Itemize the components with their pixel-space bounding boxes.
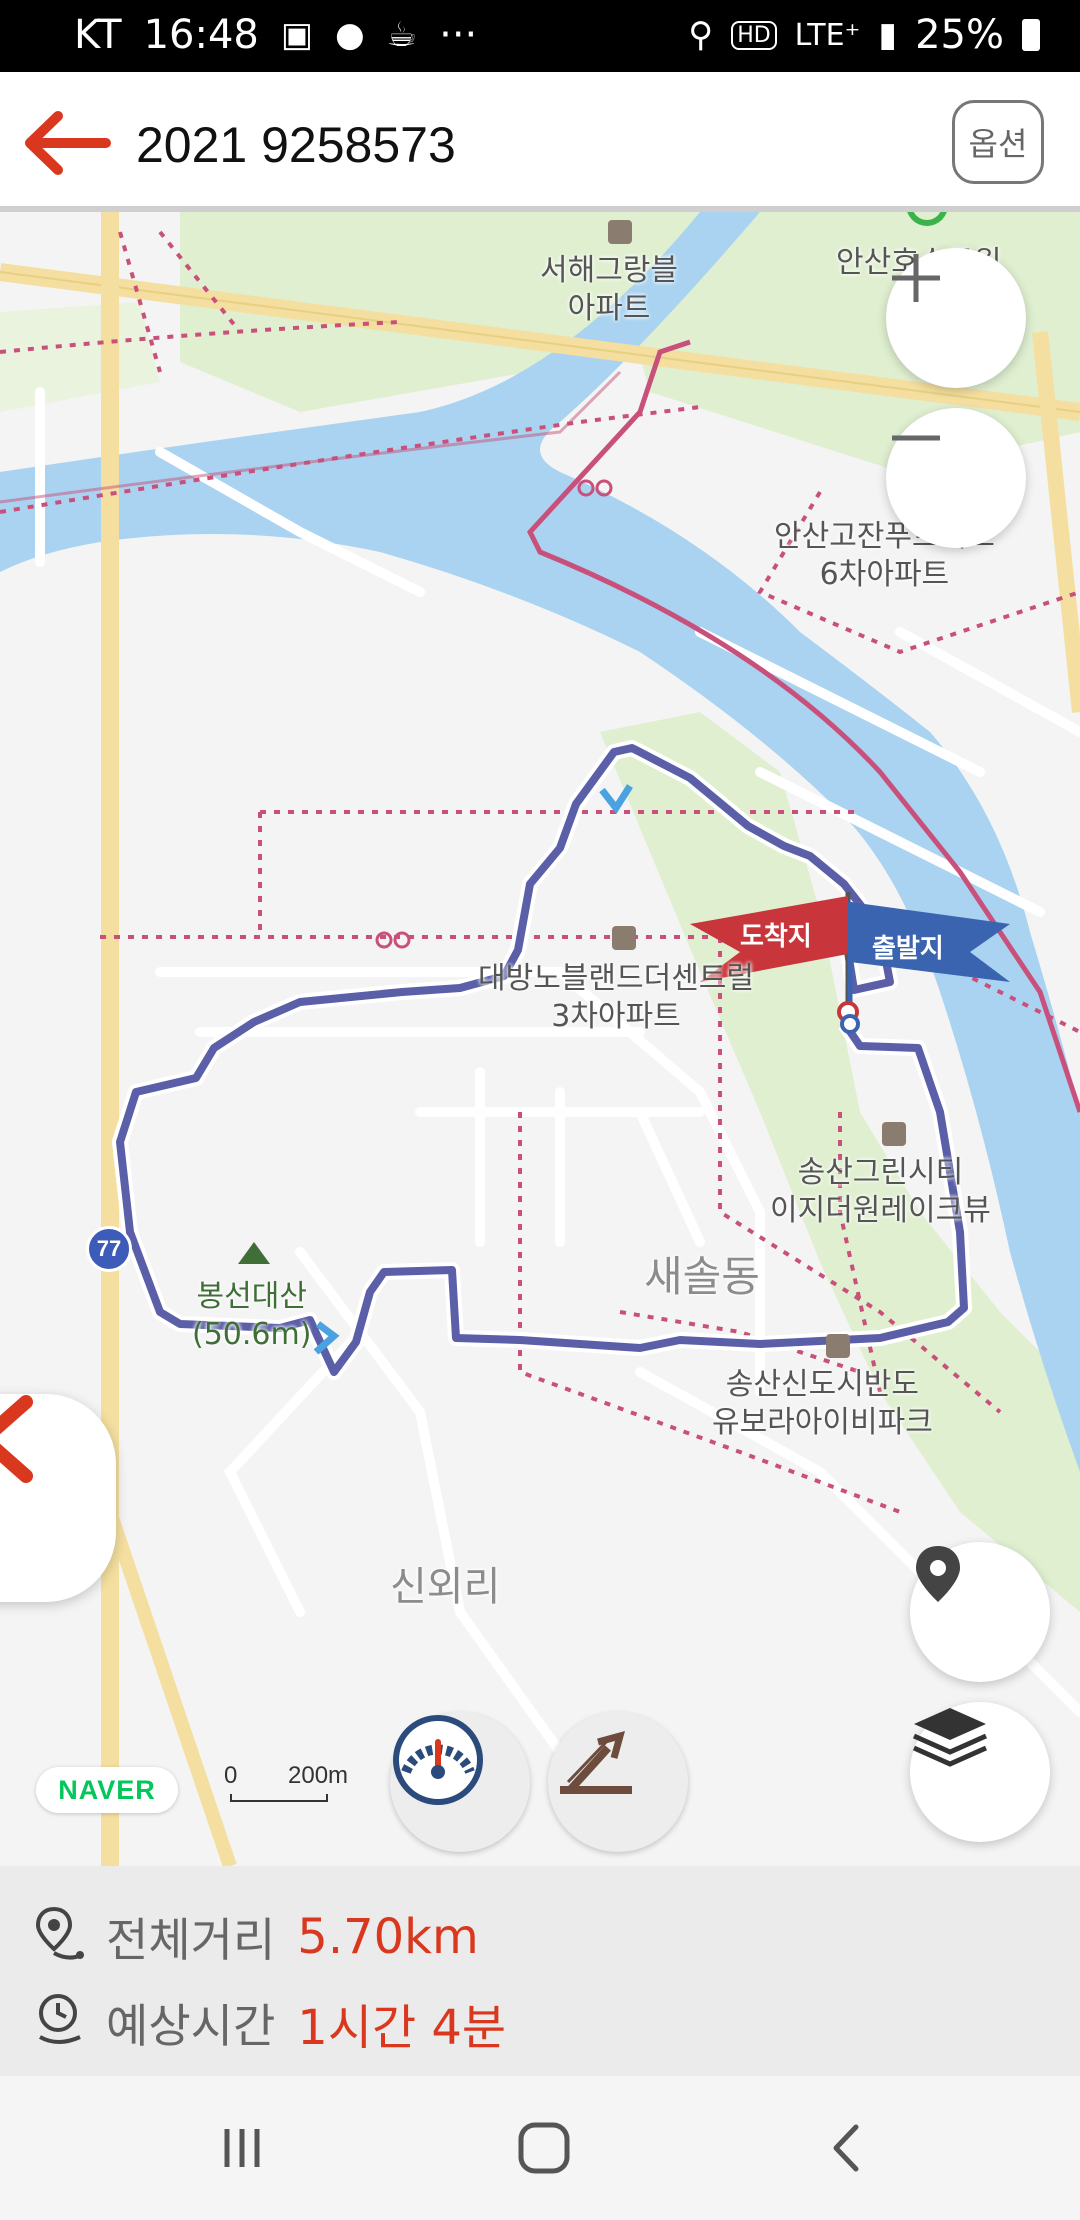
app-header: 2021 9258573 옵션 [0,72,1080,212]
time-value: 1시간 4분 [297,2000,507,2056]
label-saesol-dong: 새솔동 [644,1252,760,1301]
location-status-icon: ⚲ [688,15,714,55]
options-button[interactable]: 옵션 [952,100,1044,184]
scale-zero: 0 [224,1762,238,1789]
signal-icon: ▮ [878,15,898,55]
hd-voice-icon: HD [731,20,777,50]
label-daebang-apt: 대방노블랜드더센트럴 3차아파트 [478,961,754,1034]
notification-icon: ● [334,15,365,55]
more-notifications-text: ··· [439,12,478,58]
back-arrow-icon[interactable] [22,108,112,178]
route-summary-panel: 전체거리 5.70km 예상시간 1시간 4분 [0,1866,1080,2076]
coffee-icon: ☕ [386,15,418,55]
elevation-button[interactable] [548,1712,688,1852]
my-location-button[interactable] [910,1542,1050,1682]
battery-icon [1022,19,1040,51]
recents-button[interactable] [212,2122,272,2178]
label-bongseondaesan: 봉선대산 (50.6m) [192,1279,312,1352]
label-songsan-green-apt: 송산그린시티 이지더원레이크뷰 [770,1155,991,1228]
distance-value: 5.70km [297,1909,479,1965]
label-songsan-bando-apt: 송산신도시반도 유보라아이비파크 [712,1367,933,1440]
system-nav-bar [0,2076,1080,2220]
back-icon [826,2121,866,2180]
distance-label: 전체거리 [106,1913,276,1967]
map-scale: 0 200m [224,1762,364,1802]
naver-logo: NAVER [36,1767,178,1813]
carrier-text: KT [74,12,122,58]
gallery-icon: ▣ [280,15,313,55]
status-bar: KT 16:48 ▣ ● ☕ ··· ⚲ HD LTE⁺ ▮ 25% [0,0,1080,72]
label-sinoe-ri: 신외리 [390,1564,501,1610]
recents-icon [217,2123,267,2178]
system-back-button[interactable] [816,2122,876,2178]
label-seohae-apt: 서해그랑블 아파트 [540,253,678,326]
route-title: 2021 9258573 [136,117,456,173]
clock-text: 16:48 [143,12,259,58]
home-icon [517,2121,571,2180]
time-label: 예상시간 [106,1999,276,2053]
side-panel-toggle-button[interactable] [0,1394,116,1602]
route-distance-icon [34,1905,86,1969]
poi-building-icon [826,1334,850,1358]
speedometer-button[interactable] [390,1712,530,1852]
network-text: LTE⁺ [794,17,861,53]
map-view[interactable]: 서해그랑블 아파트 안산호수공원 안산고잔푸르지오 6차아파트 대방노블랜드더센… [0,212,1080,1866]
distance-row: 전체거리 5.70km [34,1904,479,1970]
estimated-time-icon [34,1991,86,2055]
poi-building-icon [608,220,632,244]
scale-value: 200m [288,1762,349,1789]
time-row: 예상시간 1시간 4분 [34,1988,506,2058]
battery-text: 25% [915,12,1004,58]
home-button[interactable] [514,2122,574,2178]
poi-building-icon [612,926,636,950]
arrival-flag-label: 도착지 [740,922,812,952]
map-layers-button[interactable] [910,1702,1050,1842]
road-number-badge: 77 [86,1226,132,1272]
poi-building-icon [882,1122,906,1146]
departure-flag-label: 출발지 [872,934,944,964]
zoom-in-button[interactable] [886,248,1026,388]
zoom-out-button[interactable] [886,408,1026,548]
